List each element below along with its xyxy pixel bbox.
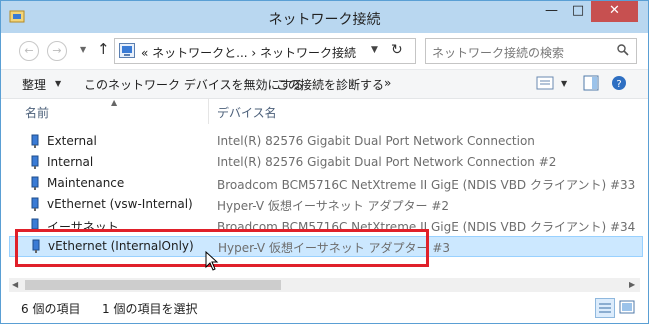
sort-ascending-icon: ▲: [111, 98, 118, 107]
list-item[interactable]: vEthernet (vsw-Internal) Hyper-V 仮想イーサネッ…: [1, 194, 642, 215]
organize-button[interactable]: 整理: [22, 76, 46, 93]
help-icon[interactable]: ?: [611, 75, 627, 91]
minimize-button[interactable]: —: [538, 1, 565, 22]
address-dropdown[interactable]: ▼: [371, 45, 378, 55]
list-item[interactable]: External Intel(R) 82576 Gigabit Dual Por…: [1, 131, 642, 152]
list-item[interactable]: Maintenance Broadcom BCM5716C NetXtreme …: [1, 173, 642, 194]
preview-pane-icon[interactable]: [583, 75, 599, 91]
maximize-button[interactable]: □: [565, 1, 591, 22]
control-panel-icon: [119, 43, 135, 58]
diagnose-connection-button[interactable]: この接続を診断する: [276, 76, 384, 93]
view-options-dropdown[interactable]: ▼: [561, 79, 567, 88]
mouse-cursor-icon: [205, 251, 219, 271]
connection-name: vEthernet (vsw-Internal): [47, 197, 193, 211]
scroll-left-icon[interactable]: ◀: [12, 280, 18, 289]
column-device-header[interactable]: デバイス名: [217, 104, 277, 121]
column-name-header[interactable]: 名前: [25, 104, 49, 121]
arrow-up-icon: ↑: [97, 40, 110, 58]
column-divider[interactable]: [208, 98, 209, 124]
more-commands-button[interactable]: »: [384, 76, 391, 90]
selected-count: 1 個の項目を選択: [102, 302, 198, 316]
change-view-icon[interactable]: [536, 75, 554, 91]
details-view-icon: [599, 303, 611, 313]
explorer-window: ネットワーク接続 — □ ✕ ← → ▼ ↑ « ネットワークと... › ネッ…: [0, 0, 649, 324]
column-header: ▲ 名前 デバイス名: [1, 98, 648, 124]
search-icon[interactable]: [617, 44, 629, 56]
annotation-highlight-box: [15, 229, 429, 267]
network-adapter-icon: [31, 197, 39, 211]
scrollbar-thumb[interactable]: [25, 280, 281, 290]
up-button[interactable]: ↑: [97, 40, 110, 58]
list-item[interactable]: Internal Intel(R) 82576 Gigabit Dual Por…: [1, 152, 642, 173]
device-name: Intel(R) 82576 Gigabit Dual Port Network…: [217, 155, 557, 169]
arrow-right-icon: →: [52, 44, 62, 57]
disable-device-button[interactable]: このネットワーク デバイスを無効にする: [84, 76, 304, 93]
large-icons-view-icon[interactable]: [619, 299, 635, 315]
chevron-down-icon[interactable]: ▼: [55, 79, 61, 88]
connection-name: Maintenance: [47, 176, 125, 190]
arrow-left-icon: ←: [24, 44, 34, 57]
connection-name: Internal: [47, 155, 94, 169]
address-bar[interactable]: « ネットワークと... › ネットワーク接続 ▼ ↻: [114, 38, 416, 64]
recent-locations-dropdown[interactable]: ▼: [80, 45, 86, 54]
close-button[interactable]: ✕: [591, 1, 638, 22]
status-bar: 6 個の項目 1 個の項目を選択: [1, 293, 648, 323]
search-box[interactable]: ネットワーク接続の検索: [425, 38, 637, 64]
network-adapter-icon: [31, 155, 39, 169]
device-name: Broadcom BCM5716C NetXtreme II GigE (NDI…: [217, 178, 636, 192]
title-bar[interactable]: ネットワーク接続 — □ ✕: [1, 1, 648, 33]
back-button[interactable]: ←: [19, 41, 39, 61]
details-view-button[interactable]: [595, 298, 615, 318]
network-adapter-icon: [31, 176, 39, 190]
refresh-icon[interactable]: ↻: [391, 42, 403, 58]
address-row: ← → ▼ ↑ « ネットワークと... › ネットワーク接続 ▼ ↻ ネットワ…: [1, 33, 648, 69]
item-count: 6 個の項目: [21, 302, 81, 316]
breadcrumb[interactable]: « ネットワークと... › ネットワーク接続: [141, 44, 356, 61]
network-adapter-icon: [31, 134, 39, 148]
command-bar: 整理 ▼ このネットワーク デバイスを無効にする この接続を診断する » ▼ ?: [1, 69, 648, 99]
svg-text:?: ?: [616, 79, 621, 90]
search-input[interactable]: ネットワーク接続の検索: [432, 44, 564, 61]
forward-button[interactable]: →: [47, 41, 67, 61]
connection-name: External: [47, 134, 97, 148]
device-name: Intel(R) 82576 Gigabit Dual Port Network…: [217, 134, 535, 148]
scroll-right-icon[interactable]: ▶: [629, 280, 635, 289]
horizontal-scrollbar[interactable]: ◀ ▶: [9, 278, 640, 292]
device-name: Hyper-V 仮想イーサネット アダプター #2: [217, 199, 450, 213]
